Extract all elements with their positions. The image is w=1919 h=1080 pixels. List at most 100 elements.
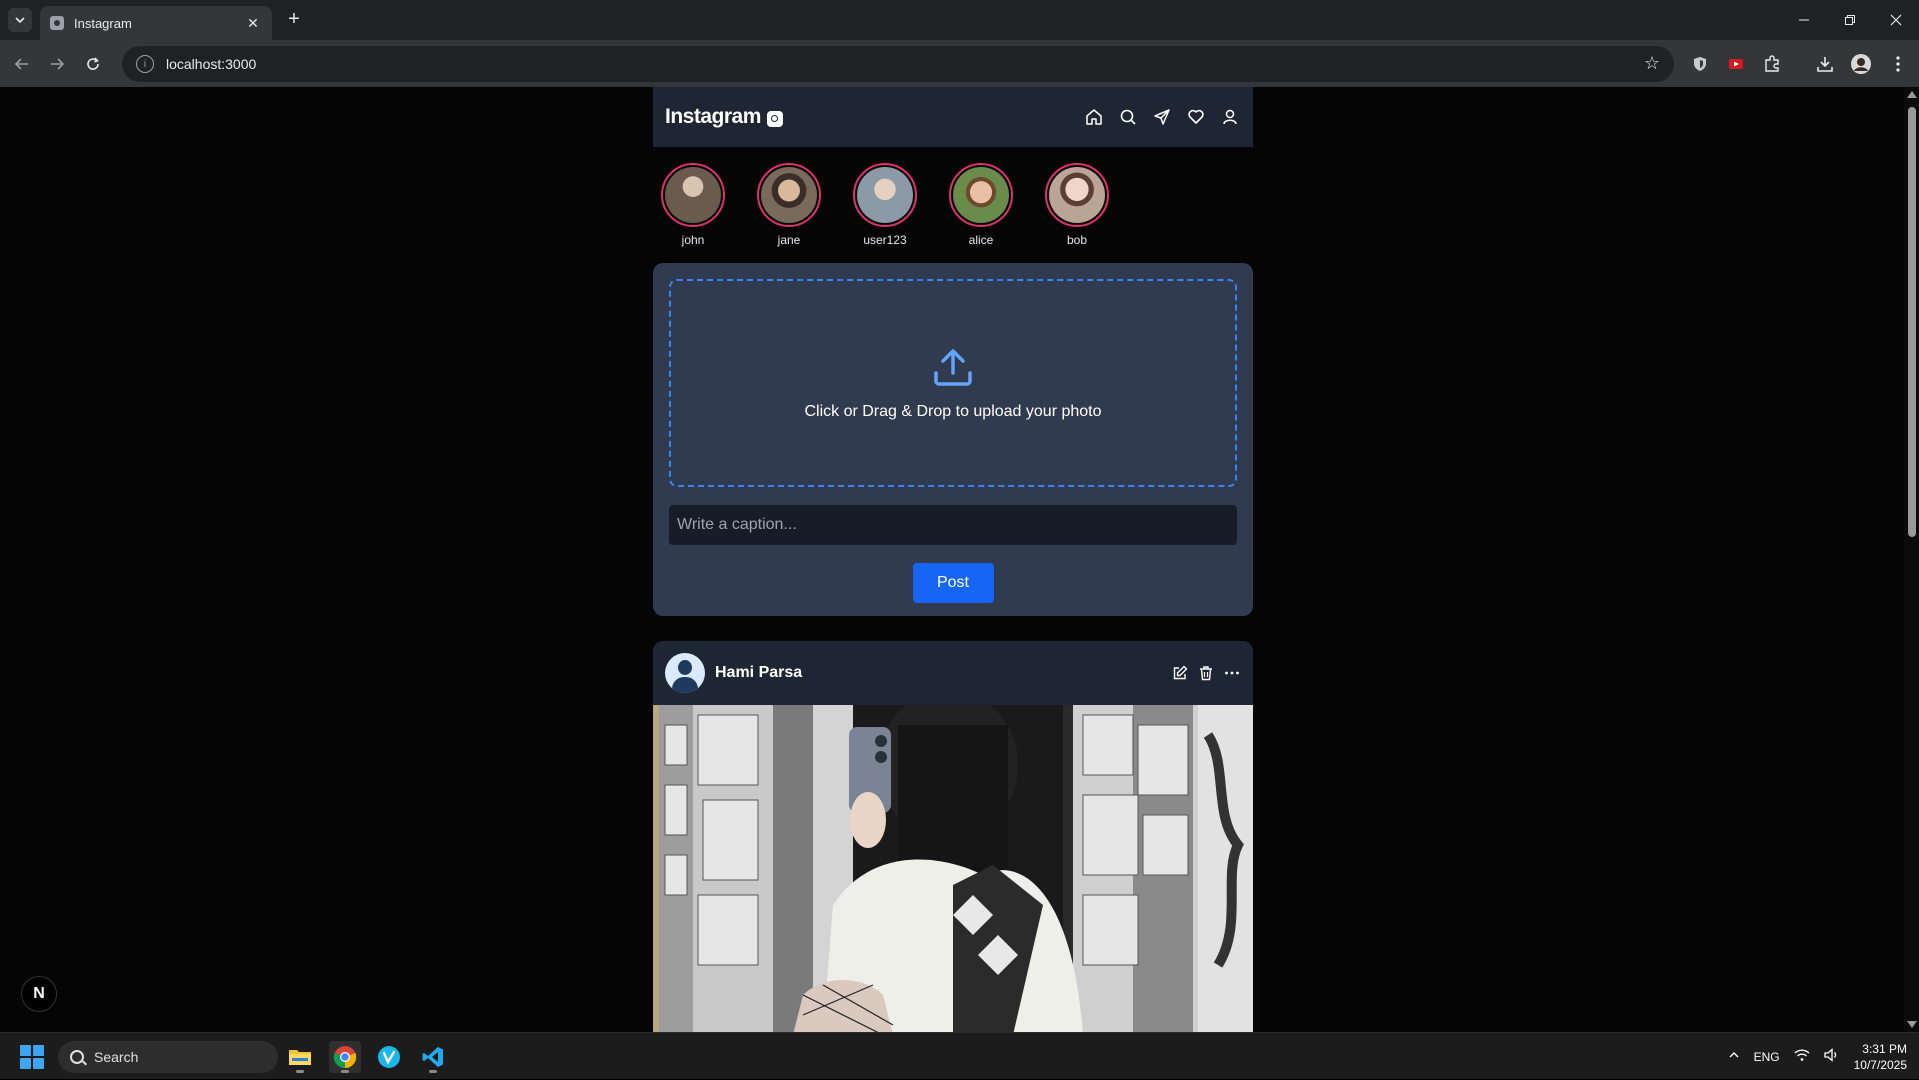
chrome-app[interactable]: [329, 1041, 361, 1073]
video-extension[interactable]: [1724, 52, 1748, 76]
reload-icon: [87, 57, 99, 70]
photo-dropzone[interactable]: Click or Drag & Drop to upload your phot…: [669, 279, 1237, 487]
page-viewport: Instagram john jane user123 alice bob Cl…: [0, 87, 1919, 1032]
minimize-button[interactable]: [1781, 0, 1827, 40]
new-tab-button[interactable]: +: [282, 8, 306, 32]
windows-logo-icon: [33, 1058, 44, 1069]
browser-menu-button[interactable]: [1886, 52, 1910, 76]
edit-icon: [1173, 665, 1188, 680]
downloads-button[interactable]: [1813, 52, 1837, 76]
bookmark-star-icon[interactable]: ☆: [1644, 53, 1660, 74]
puzzle-icon: [1765, 55, 1779, 72]
avatar[interactable]: [665, 653, 705, 693]
notifications-button[interactable]: [1185, 106, 1207, 128]
close-tab-icon[interactable]: ✕: [244, 15, 262, 32]
post-button[interactable]: Post: [912, 563, 994, 603]
taskbar-search-label: Search: [94, 1049, 139, 1065]
taskbar-clock[interactable]: 3:31 PM 10/7/2025: [1854, 1041, 1907, 1073]
scrollbar-thumb[interactable]: [1908, 107, 1916, 537]
edit-post-button[interactable]: [1171, 664, 1189, 682]
windows-logo-icon: [20, 1045, 31, 1056]
story-name: jane: [777, 233, 801, 247]
messages-button[interactable]: [1151, 106, 1173, 128]
clock-time: 3:31 PM: [1862, 1041, 1907, 1056]
running-indicator: [341, 1070, 349, 1073]
vimeo-app[interactable]: [373, 1041, 405, 1073]
vscode-app[interactable]: [417, 1041, 449, 1073]
file-explorer-app[interactable]: [284, 1041, 316, 1073]
search-button[interactable]: [1117, 106, 1139, 128]
post-more-button[interactable]: [1223, 664, 1241, 682]
post-photo[interactable]: [653, 705, 1253, 1032]
story-name: user123: [863, 233, 907, 247]
start-button[interactable]: [20, 1045, 44, 1069]
vscode-icon: [422, 1047, 443, 1067]
instagram-app: Instagram john jane user123 alice bob Cl…: [653, 87, 1253, 1032]
profile-button[interactable]: [1849, 52, 1873, 76]
post-username[interactable]: Hami Parsa: [715, 664, 1171, 682]
post-photo-illustration: [659, 705, 1253, 1032]
delete-post-button[interactable]: [1197, 664, 1215, 682]
home-icon: [1086, 109, 1102, 125]
network-button[interactable]: [1794, 1048, 1810, 1065]
video-extension-icon: [1729, 59, 1743, 69]
restore-button[interactable]: [1827, 0, 1873, 40]
scroll-down-arrow-icon[interactable]: [1907, 1021, 1917, 1028]
volume-button[interactable]: [1823, 1048, 1840, 1065]
back-button[interactable]: [10, 52, 34, 76]
profile-nav-button[interactable]: [1219, 106, 1241, 128]
speaker-icon: [1823, 1048, 1836, 1062]
chrome-icon: [333, 1046, 357, 1069]
dropzone-text: Click or Drag & Drop to upload your phot…: [804, 403, 1102, 420]
home-button[interactable]: [1083, 106, 1105, 128]
page-scrollbar[interactable]: [1904, 87, 1919, 1032]
shield-extension[interactable]: [1688, 52, 1712, 76]
browser-tab-bar: Instagram ✕ +: [0, 0, 1919, 40]
story-ring: [949, 163, 1013, 227]
instagram-favicon-icon: [50, 16, 64, 30]
camera-icon: [766, 111, 783, 127]
reload-button[interactable]: [81, 52, 105, 76]
story-name: bob: [1066, 233, 1088, 247]
logo[interactable]: Instagram: [665, 105, 783, 129]
windows-taskbar: Search ENG 3:31 PM 10/7/2025: [0, 1032, 1919, 1079]
app-header: Instagram: [653, 87, 1253, 147]
story-ring: [661, 163, 725, 227]
more-vertical-icon: [1896, 56, 1900, 72]
download-icon: [1817, 57, 1833, 72]
avatar: [1049, 167, 1105, 223]
browser-tab[interactable]: Instagram ✕: [40, 6, 272, 40]
language-indicator[interactable]: ENG: [1754, 1050, 1780, 1064]
avatar: [953, 167, 1009, 223]
forward-button[interactable]: [45, 52, 69, 76]
windows-logo-icon: [20, 1058, 31, 1069]
window-controls: [1781, 0, 1919, 40]
scroll-up-arrow-icon[interactable]: [1907, 91, 1917, 98]
nextjs-dev-badge[interactable]: N: [21, 976, 57, 1012]
extensions-button[interactable]: [1760, 52, 1784, 76]
running-indicator: [429, 1070, 437, 1073]
minimize-icon: [1799, 19, 1809, 21]
story-name: alice: [968, 233, 994, 247]
avatar: [857, 167, 913, 223]
running-indicator: [296, 1070, 304, 1073]
close-window-button[interactable]: [1873, 0, 1919, 40]
site-info-icon[interactable]: i: [136, 55, 154, 73]
send-icon: [1154, 109, 1170, 125]
tab-list-button[interactable]: [8, 8, 32, 32]
address-bar[interactable]: i localhost:3000 ☆: [122, 46, 1674, 82]
heart-icon: [1188, 109, 1204, 124]
tab-title: Instagram: [74, 15, 132, 31]
wifi-icon: [1794, 1049, 1810, 1061]
caption-input[interactable]: [669, 505, 1237, 545]
arrow-left-icon: [14, 58, 28, 70]
taskbar-search[interactable]: Search: [58, 1041, 278, 1073]
chevron-down-icon: [15, 17, 25, 24]
folder-icon: [289, 1050, 311, 1065]
post-header: Hami Parsa: [653, 641, 1253, 705]
tray-overflow-button[interactable]: [1728, 1049, 1740, 1064]
upload-card: Click or Drag & Drop to upload your phot…: [653, 263, 1253, 616]
search-icon: [1120, 109, 1136, 125]
story-name: john: [681, 233, 705, 247]
header-nav: [1083, 106, 1241, 128]
